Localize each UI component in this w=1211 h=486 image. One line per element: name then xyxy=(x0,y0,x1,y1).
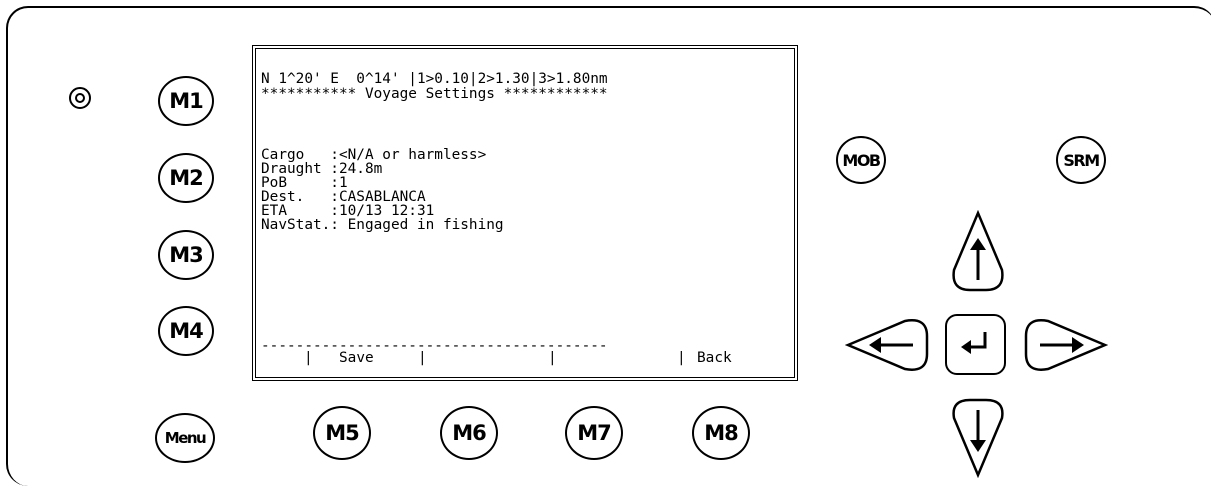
cargo-field: Cargo :<N/A or harmless> xyxy=(261,147,487,163)
m6-button[interactable]: M6 xyxy=(440,406,498,460)
led-indicator-icon xyxy=(69,87,91,109)
eta-field: ETA :10/13 12:31 xyxy=(261,203,435,219)
m1-button[interactable]: M1 xyxy=(158,76,214,126)
m7-button[interactable]: M7 xyxy=(565,406,623,460)
softkey-save-label: Save xyxy=(339,350,374,366)
arrow-down-icon[interactable] xyxy=(950,398,1006,478)
enter-icon xyxy=(961,332,987,354)
pob-field: PoB :1 xyxy=(261,175,348,191)
m2-button[interactable]: M2 xyxy=(158,153,214,203)
softkey-back-label: Back xyxy=(697,350,732,366)
arrow-up-icon[interactable] xyxy=(950,210,1006,294)
navstat-field: NavStat.: Engaged in fishing xyxy=(261,217,504,233)
display-screen: N 1^20' E 0^14' |1>0.10|2>1.30|3>1.80nm … xyxy=(252,45,798,381)
draught-field: Draught :24.8m xyxy=(261,161,383,177)
status-line: N 1^20' E 0^14' |1>0.10|2>1.30|3>1.80nm xyxy=(261,71,608,87)
destination-field: Dest. :CASABLANCA xyxy=(261,189,426,205)
m3-button[interactable]: M3 xyxy=(158,230,214,280)
m8-button[interactable]: M8 xyxy=(692,406,750,460)
enter-button[interactable] xyxy=(945,314,1006,375)
menu-button[interactable]: Menu xyxy=(155,413,215,463)
m4-button[interactable]: M4 xyxy=(158,306,214,356)
arrow-left-icon[interactable] xyxy=(845,316,931,374)
mob-button[interactable]: MOB xyxy=(836,136,886,184)
screen-title: *********** Voyage Settings ************ xyxy=(261,86,608,102)
m5-button[interactable]: M5 xyxy=(313,406,371,460)
arrow-right-icon[interactable] xyxy=(1022,316,1108,374)
srm-button[interactable]: SRM xyxy=(1056,136,1106,184)
